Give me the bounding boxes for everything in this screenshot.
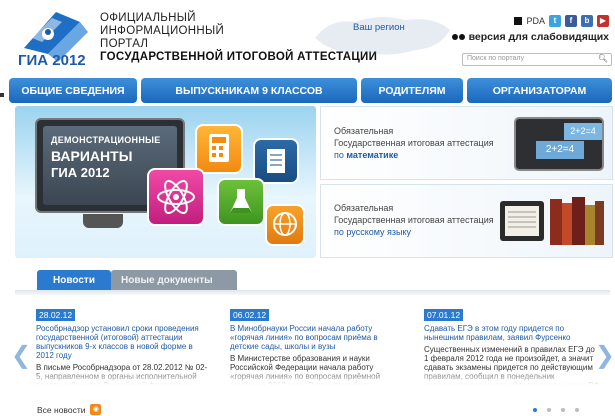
hero-line2: ВАРИАНТЫ [51, 148, 133, 164]
rss-icon[interactable]: ◉ [90, 404, 102, 415]
calculator-tile-icon [195, 124, 243, 174]
main-nav: ОБЩИЕ СВЕДЕНИЯ ВЫПУСКНИКАМ 9 КЛАССОВ РОД… [0, 78, 615, 103]
nav-general-info[interactable]: ОБЩИЕ СВЕДЕНИЯ [9, 78, 137, 103]
pager-dot[interactable] [533, 408, 537, 412]
books-icon [500, 197, 604, 245]
banner-line1: Обязательная [334, 126, 394, 136]
calc-screen-main: 2+2=4 [536, 141, 584, 159]
news-title[interactable]: Рособрнадзор установил сроки проведения … [36, 324, 212, 360]
all-news-link[interactable]: Все новости ◉ [37, 404, 102, 415]
pda-link[interactable]: PDA [526, 16, 545, 26]
logo-year: ГИА 2012 [18, 52, 86, 69]
carousel-prev-icon[interactable]: ❮ [11, 341, 31, 370]
news-title[interactable]: В Минобрнауки России начала работу «горя… [230, 324, 406, 351]
search-input[interactable]: Поиск по порталу 🔍︎ [462, 53, 612, 66]
news-fade [36, 369, 212, 385]
book-tile-icon [253, 138, 299, 184]
news-tabs: Новости Новые документы [37, 270, 237, 290]
flask-tile-icon [217, 178, 265, 226]
news-date: 28.02.12 [36, 309, 76, 321]
weak-vision-link[interactable]: версия для слабовидящих [451, 31, 609, 43]
calculator-icon: 2+2=4 2+2=4 [514, 117, 604, 171]
banner-math-text: Обязательная Государственная итоговая ат… [334, 125, 494, 161]
news-item[interactable]: 07.01.12 Сдавать ЕГЭ в этом году придетс… [424, 305, 600, 385]
banner-math[interactable]: Обязательная Государственная итоговая ат… [320, 106, 613, 180]
blog-icon[interactable]: b [581, 15, 593, 27]
banner-subject: математике [346, 150, 399, 160]
carousel-pager [533, 408, 579, 412]
banner-line2: Государственная итоговая аттестация [334, 138, 494, 148]
pager-dot[interactable] [547, 408, 551, 412]
facebook-icon[interactable]: f [565, 15, 577, 27]
tab-news[interactable]: Новости [37, 270, 111, 290]
hero-line1: ДЕМОНСТРАЦИОННЫЕ [51, 135, 161, 145]
news-title[interactable]: Сдавать ЕГЭ в этом году придется по ныне… [424, 324, 600, 342]
russia-map-icon [315, 16, 450, 55]
portal-title-line: ПОРТАЛ [100, 38, 149, 50]
portal-title-line: ОФИЦИАЛЬНЫЙ [100, 12, 196, 24]
news-fade [230, 369, 406, 385]
twitter-icon[interactable]: t [549, 15, 561, 27]
calc-screen-small: 2+2=4 [564, 123, 602, 140]
site-header: ГИА 2012 ОФИЦИАЛЬНЫЙ ИНФОРМАЦИОННЫЙ ПОРТ… [0, 0, 615, 75]
youtube-icon[interactable]: ▶ [597, 15, 609, 27]
tabs-divider [15, 290, 610, 295]
all-news-label: Все новости [37, 404, 86, 415]
pager-dot[interactable] [561, 408, 565, 412]
banner-russian-text: Обязательная Государственная итоговая ат… [334, 202, 494, 238]
weak-vision-label: версия для слабовидящих [468, 31, 609, 43]
eye-icon [451, 31, 466, 43]
top-icons: PDA t f b ▶ [514, 15, 609, 27]
search-placeholder: Поиск по порталу [467, 55, 524, 62]
nav-parents[interactable]: РОДИТЕЛЯМ [361, 78, 463, 103]
news-date: 06.02.12 [230, 309, 270, 321]
monitor-stand [83, 214, 123, 228]
tab-new-documents[interactable]: Новые документы [111, 270, 237, 290]
banner-subject: русскому языку [346, 227, 412, 237]
pager-dot[interactable] [575, 408, 579, 412]
nav-graduates-9[interactable]: ВЫПУСКНИКАМ 9 КЛАССОВ [141, 78, 357, 103]
search-icon[interactable]: 🔍︎ [598, 54, 608, 63]
banner-prefix: по [334, 227, 347, 237]
nav-organizers[interactable]: ОРГАНИЗАТОРАМ [467, 78, 612, 103]
banner-russian[interactable]: Обязательная Государственная итоговая ат… [320, 184, 613, 258]
pda-icon[interactable] [514, 17, 523, 25]
banner-line1: Обязательная [334, 203, 394, 213]
demo-variants-banner[interactable]: ДЕМОНСТРАЦИОННЫЕ ВАРИАНТЫ ГИА 2012 [15, 106, 316, 258]
news-item[interactable]: 06.02.12 В Минобрнауки России начала раб… [230, 305, 406, 385]
globe-tile-icon [265, 204, 305, 246]
banner-prefix: по [334, 150, 347, 160]
news-fade [424, 369, 600, 385]
news-date: 07.01.12 [424, 309, 464, 321]
atom-tile-icon [147, 168, 205, 226]
region-link[interactable]: Ваш регион [353, 22, 405, 33]
banner-line2: Государственная итоговая аттестация [334, 215, 494, 225]
portal-title-line: ИНФОРМАЦИОННЫЙ [100, 25, 225, 37]
news-item[interactable]: 28.02.12 Рособрнадзор установил сроки пр… [36, 305, 212, 385]
